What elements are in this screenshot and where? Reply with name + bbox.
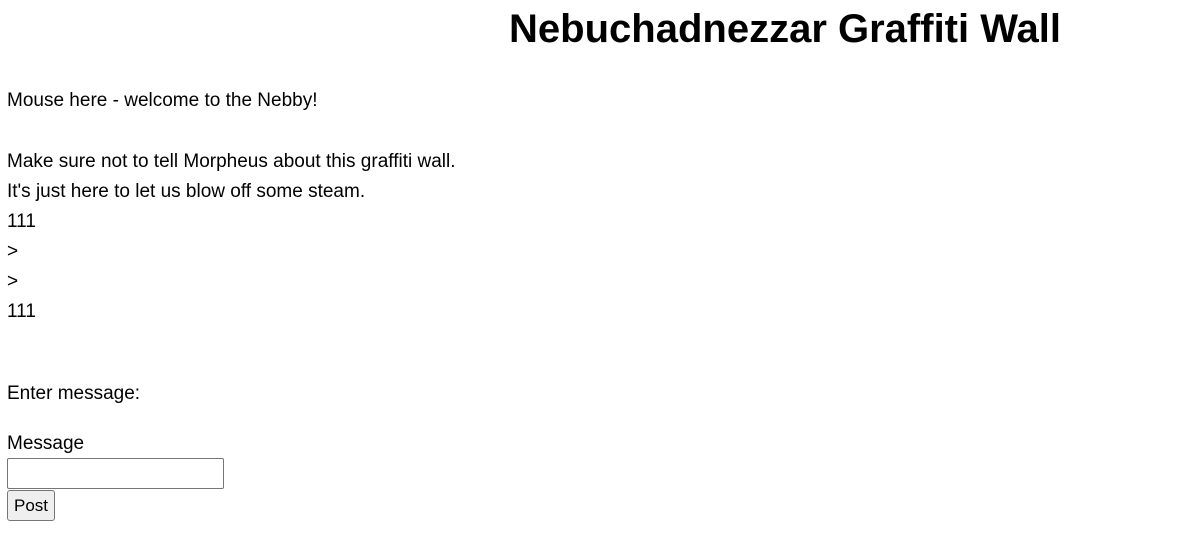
message-form: Message Post (7, 431, 224, 521)
wall-post: > (7, 271, 19, 292)
enter-message-heading: Enter message: (7, 383, 141, 404)
graffiti-wall-page: Nebuchadnezzar Graffiti Wall Mouse here … (0, 0, 1204, 544)
wall-post: > (7, 241, 19, 262)
wall-post: 111 (7, 301, 36, 322)
post-button[interactable]: Post (7, 490, 56, 521)
warning-line: It's just here to let us blow off some s… (7, 181, 366, 202)
warning-line: Make sure not to tell Morpheus about thi… (7, 151, 456, 172)
wall-content: Make sure not to tell Morpheus about thi… (7, 147, 456, 327)
intro-text: Mouse here - welcome to the Nebby! (7, 90, 318, 111)
message-label: Message (7, 433, 85, 454)
wall-post: 111 (7, 211, 36, 232)
page-title: Nebuchadnezzar Graffiti Wall (509, 7, 1061, 51)
message-input[interactable] (7, 458, 224, 489)
